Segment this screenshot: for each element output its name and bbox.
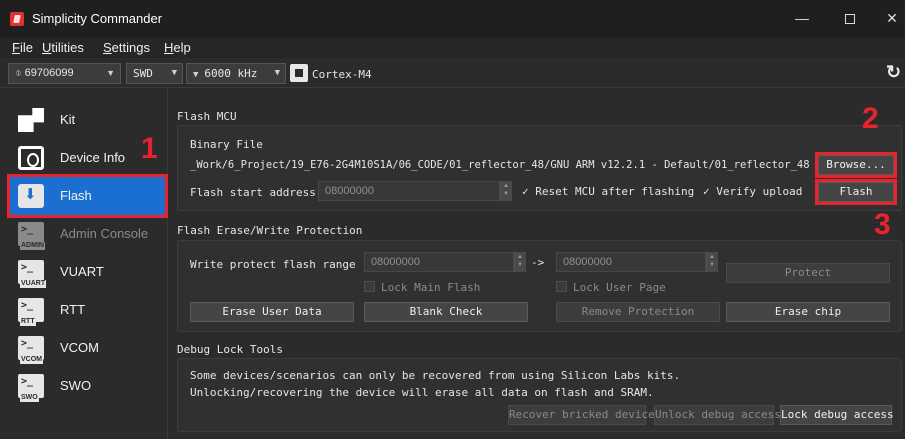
maximize-button[interactable] bbox=[833, 6, 867, 30]
recover-bricked-device-button[interactable]: Recover bricked device bbox=[508, 405, 655, 425]
vuart-terminal-icon: VUART bbox=[18, 260, 47, 288]
icon-tag: VUART bbox=[20, 280, 47, 288]
protect-button[interactable]: Protect bbox=[726, 263, 890, 283]
chevron-down-icon: ▼ bbox=[171, 68, 177, 78]
flash-start-address-label: Flash start address: bbox=[190, 186, 323, 199]
section-title-flash-mcu: Flash MCU bbox=[177, 110, 237, 123]
close-button[interactable]: ✕ bbox=[875, 6, 905, 30]
binary-file-label: Binary File bbox=[190, 138, 263, 151]
interface-select[interactable]: SWD ▼ bbox=[126, 63, 183, 84]
rtt-terminal-icon: RTT bbox=[18, 298, 44, 326]
menu-bar: File Utilities Settings Help bbox=[0, 38, 905, 58]
title-bar: Simplicity Commander — ✕ bbox=[0, 0, 905, 38]
icon-tag: ADMIN bbox=[20, 242, 45, 250]
icon-tag: SWO bbox=[20, 394, 39, 402]
window-title: Simplicity Commander bbox=[32, 11, 163, 26]
chevron-down-icon: ▼ bbox=[274, 68, 280, 78]
blank-check-button[interactable]: Blank Check bbox=[364, 302, 528, 322]
kit-select[interactable]: ⌽ 69706099 ▼ bbox=[8, 63, 121, 84]
debug-lock-group: Some devices/scenarios can only be recov… bbox=[177, 358, 902, 432]
menu-file[interactable]: File bbox=[12, 40, 33, 55]
sidebar-item-label: VCOM bbox=[60, 340, 99, 355]
checkbox-box bbox=[364, 281, 375, 292]
kit-icon bbox=[18, 108, 44, 132]
swo-terminal-icon: SWO bbox=[18, 374, 44, 402]
reset-mcu-label: Reset MCU after flashing bbox=[535, 185, 695, 198]
kit-icon: ⌽ bbox=[15, 67, 25, 79]
icon-tag: VCOM bbox=[20, 356, 43, 364]
checkbox-box bbox=[556, 281, 567, 292]
vcom-terminal-icon: VCOM bbox=[18, 336, 44, 364]
sidebar-item-swo[interactable]: SWO SWO bbox=[10, 367, 165, 405]
chip-icon bbox=[18, 146, 44, 170]
address-stepper[interactable] bbox=[500, 181, 512, 201]
lock-main-flash-checkbox[interactable]: Lock Main Flash bbox=[364, 281, 480, 294]
device-chip-icon bbox=[290, 64, 308, 82]
remove-protection-button[interactable]: Remove Protection bbox=[556, 302, 720, 322]
sidebar-item-flash[interactable]: Flash bbox=[7, 174, 168, 218]
debug-lock-info-line1: Some devices/scenarios can only be recov… bbox=[190, 369, 681, 382]
annotation-number-3: 3 bbox=[874, 208, 891, 241]
sidebar-item-label: VUART bbox=[60, 264, 104, 279]
range-end-stepper[interactable] bbox=[706, 252, 718, 272]
verify-upload-label: Verify upload bbox=[716, 185, 803, 198]
sidebar-item-label: Kit bbox=[60, 112, 76, 127]
flash-mcu-group: Binary File _Work/6_Project/19_E76-2G4M1… bbox=[177, 125, 902, 211]
annotation-number-2: 2 bbox=[862, 102, 879, 135]
debug-lock-info-line2: Unlocking/recovering the device will era… bbox=[190, 386, 654, 399]
lock-debug-access-button[interactable]: Lock debug access bbox=[780, 405, 894, 425]
sidebar-item-vuart[interactable]: VUART VUART bbox=[10, 253, 165, 291]
flash-icon bbox=[18, 184, 44, 208]
sidebar-item-admin-console[interactable]: ADMIN Admin Console bbox=[10, 215, 165, 253]
speed-select-value: 6000 kHz bbox=[204, 67, 258, 80]
lock-main-flash-label: Lock Main Flash bbox=[381, 281, 481, 294]
app-logo-icon bbox=[10, 12, 24, 26]
checkmark-icon: ✓ bbox=[703, 185, 710, 198]
protect-range-end-field[interactable]: 08000000 bbox=[556, 252, 706, 272]
sidebar-item-label: Admin Console bbox=[60, 226, 149, 241]
lock-user-page-label: Lock User Page bbox=[573, 281, 666, 294]
write-protect-range-label: Write protect flash range bbox=[190, 258, 356, 271]
binary-file-path[interactable]: _Work/6_Project/19_E76-2G4M10S1A/06_CODE… bbox=[190, 159, 810, 171]
annotation-number-1: 1 bbox=[141, 132, 158, 165]
unlock-debug-access-button[interactable]: Unlock debug access bbox=[654, 405, 781, 425]
reset-mcu-checkbox[interactable]: ✓ Reset MCU after flashing bbox=[522, 185, 694, 198]
sidebar-item-rtt[interactable]: RTT RTT bbox=[10, 291, 165, 329]
speed-select[interactable]: ▼ 6000 kHz ▼ bbox=[186, 63, 286, 84]
kit-select-value: 69706099 bbox=[24, 67, 74, 79]
device-label: Cortex-M4 bbox=[312, 68, 372, 81]
chevron-down-icon: ▼ bbox=[106, 68, 115, 78]
flash-start-address-field[interactable]: 08000000 bbox=[318, 181, 500, 201]
range-start-stepper[interactable] bbox=[514, 252, 526, 272]
protect-range-start-field[interactable]: 08000000 bbox=[364, 252, 514, 272]
erase-chip-button[interactable]: Erase chip bbox=[726, 302, 890, 322]
toolbar: ⌽ 69706099 ▼ SWD ▼ ▼ 6000 kHz ▼ Cortex-M4… bbox=[0, 58, 905, 88]
menu-settings[interactable]: Settings bbox=[103, 40, 150, 55]
flash-button[interactable]: Flash bbox=[815, 179, 897, 205]
browse-button[interactable]: Browse... bbox=[815, 152, 897, 178]
section-title-erase-protection: Flash Erase/Write Protection bbox=[177, 224, 363, 237]
sidebar-item-label: SWO bbox=[60, 378, 92, 393]
chevron-down-icon: ▼ bbox=[193, 70, 199, 80]
sidebar-item-vcom[interactable]: VCOM VCOM bbox=[10, 329, 165, 367]
sidebar-item-label: Device Info bbox=[60, 150, 126, 165]
minimize-button[interactable]: — bbox=[785, 6, 819, 30]
flash-panel: Flash MCU Binary File _Work/6_Project/19… bbox=[169, 89, 905, 439]
menu-help[interactable]: Help bbox=[164, 40, 191, 55]
lock-user-page-checkbox[interactable]: Lock User Page bbox=[556, 281, 666, 294]
icon-tag: RTT bbox=[20, 318, 36, 326]
refresh-icon[interactable]: ↻ bbox=[886, 62, 901, 83]
interface-select-value: SWD bbox=[133, 67, 153, 80]
section-title-debug-lock: Debug Lock Tools bbox=[177, 343, 283, 356]
sidebar-item-label: RTT bbox=[60, 302, 86, 317]
erase-protection-group: Write protect flash range 08000000 -> 08… bbox=[177, 240, 902, 332]
checkmark-icon: ✓ bbox=[522, 185, 529, 198]
admin-terminal-icon: ADMIN bbox=[18, 222, 45, 250]
range-arrow: -> bbox=[531, 256, 545, 269]
menu-utilities[interactable]: Utilities bbox=[42, 40, 84, 55]
verify-upload-checkbox[interactable]: ✓ Verify upload bbox=[703, 185, 802, 198]
erase-user-data-button[interactable]: Erase User Data bbox=[190, 302, 354, 322]
sidebar-item-label: Flash bbox=[60, 188, 92, 203]
